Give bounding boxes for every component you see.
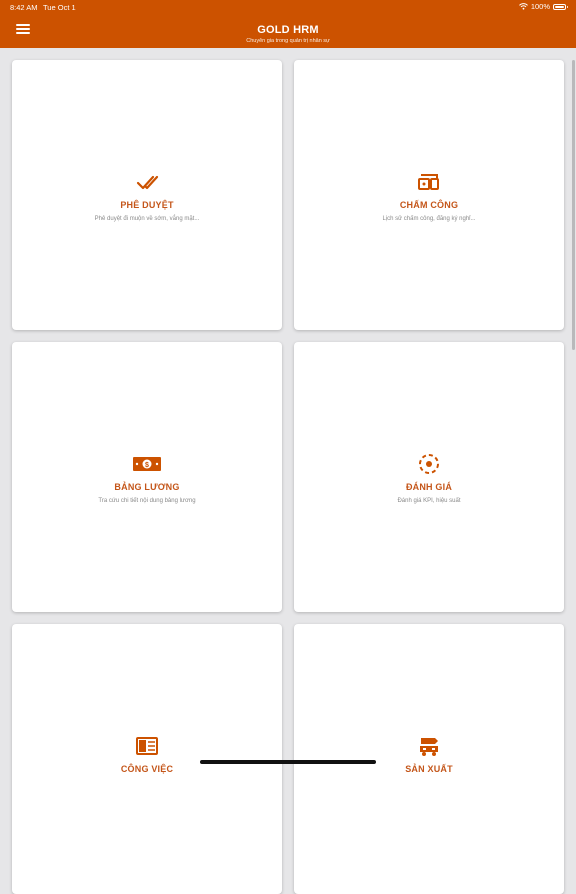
- task-icon: [12, 734, 282, 758]
- card-description: Tra cứu chi tiết nội dung bảng lương: [98, 498, 196, 504]
- svg-text:$: $: [145, 462, 149, 469]
- card-description: Lịch sử chấm công, đăng ký nghỉ...: [382, 216, 476, 222]
- production-icon: [294, 734, 564, 758]
- card-label: BẢNG LƯƠNG: [114, 482, 180, 492]
- app-subtitle: Chuyên gia trong quản trị nhân sự: [246, 38, 330, 44]
- card-tasks[interactable]: CÔNG VIỆC: [12, 624, 282, 894]
- status-bar: 8:42 AM Tue Oct 1 100%: [0, 0, 576, 14]
- app-header: 8:42 AM Tue Oct 1 100% GOLD HRM Chuyên g…: [0, 0, 576, 48]
- card-description: Phê duyệt đi muộn về sớm, vắng mặt...: [94, 216, 200, 222]
- wifi-icon: [518, 3, 528, 10]
- app-title: GOLD HRM: [257, 24, 319, 36]
- home-indicator[interactable]: [200, 760, 376, 764]
- target-icon: [294, 452, 564, 476]
- status-time: 8:42 AM: [10, 3, 38, 12]
- battery-percent: 100%: [530, 2, 550, 11]
- card-evaluation[interactable]: ĐÁNH GIÁ Đánh giá KPI, hiệu suất: [294, 342, 564, 612]
- money-icon: $: [12, 452, 282, 476]
- card-attendance[interactable]: CHẤM CÔNG Lịch sử chấm công, đăng ký ngh…: [294, 60, 564, 330]
- card-payroll[interactable]: $ BẢNG LƯƠNG Tra cứu chi tiết nội dung b…: [12, 342, 282, 612]
- card-approval[interactable]: PHÊ DUYỆT Phê duyệt đi muộn về sớm, vắng…: [12, 60, 282, 330]
- status-right: 100%: [518, 2, 568, 11]
- battery-icon: [553, 3, 568, 10]
- module-grid: PHÊ DUYỆT Phê duyệt đi muộn về sớm, vắng…: [0, 48, 576, 894]
- scrollbar[interactable]: [572, 60, 575, 350]
- card-label: CÔNG VIỆC: [120, 764, 174, 774]
- card-production[interactable]: SẢN XUẤT: [294, 624, 564, 894]
- card-label: ĐÁNH GIÁ: [405, 482, 453, 492]
- card-description: Đánh giá KPI, hiệu suất: [397, 498, 461, 504]
- card-label: CHẤM CÔNG: [399, 200, 459, 210]
- status-date: Tue Oct 1: [43, 3, 76, 12]
- double-check-icon: [12, 170, 282, 194]
- devices-icon: [294, 170, 564, 194]
- card-label: SẢN XUẤT: [405, 764, 453, 774]
- card-label: PHÊ DUYỆT: [120, 200, 174, 210]
